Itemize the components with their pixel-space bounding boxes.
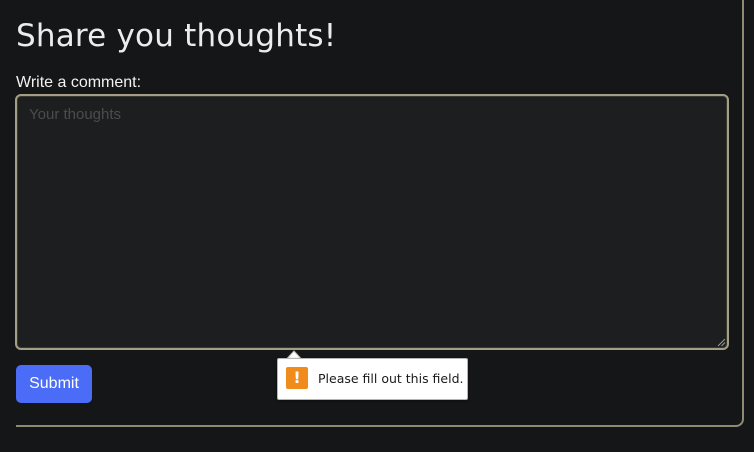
- comment-label: Write a comment:: [16, 74, 142, 91]
- submit-button[interactable]: Submit: [16, 365, 92, 403]
- comment-textarea[interactable]: [15, 94, 729, 350]
- resize-grip-icon[interactable]: [716, 337, 726, 347]
- validation-tooltip: ! Please fill out this field.: [277, 358, 468, 400]
- page-title: Share you thoughts!: [16, 18, 337, 54]
- validation-message: Please fill out this field.: [318, 371, 464, 386]
- warning-icon: !: [286, 367, 308, 389]
- page: Share you thoughts! Write a comment: Sub…: [0, 0, 754, 452]
